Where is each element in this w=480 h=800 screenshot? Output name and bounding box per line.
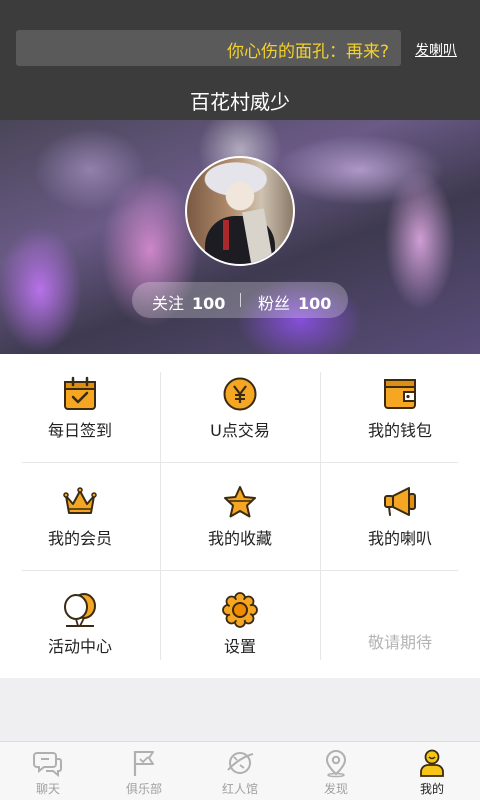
tab-discover-label: 发现 [323, 782, 348, 796]
feature-grid: 每日签到 U点交易 我的钱包 我的会员 我的收藏 我的喇叭 活动中心 设置 敬请… [0, 354, 480, 678]
tab-stars-label: 红人馆 [221, 782, 258, 796]
send-horn-link[interactable]: 发喇叭 [415, 40, 457, 60]
settings-button[interactable]: 设置 [171, 570, 309, 678]
settings-label: 设置 [223, 637, 256, 656]
stats-divider [240, 293, 241, 307]
chat-bubbles-icon [33, 752, 62, 778]
tab-mine-label: 我的 [419, 782, 444, 796]
tab-chat[interactable]: 聊天 [0, 742, 96, 800]
my-wallet-button[interactable]: 我的钱包 [331, 354, 469, 462]
yen-coin-icon [223, 377, 257, 411]
following-stat[interactable]: 关注 100 [152, 290, 225, 314]
following-label: 关注 [152, 294, 185, 313]
grid-divider [160, 372, 161, 660]
fans-stat[interactable]: 粉丝 100 [258, 290, 331, 314]
announcement-marquee[interactable]: 你心伤的面孔：再来? [16, 30, 401, 66]
tab-stars[interactable]: 红人馆 [192, 742, 288, 800]
my-wallet-label: 我的钱包 [367, 421, 432, 440]
wallet-icon [384, 379, 416, 409]
avatar[interactable] [185, 156, 295, 266]
person-icon [420, 749, 444, 777]
top-header: 你心伤的面孔：再来? 发喇叭 百花村威少 [0, 0, 480, 120]
coming-soon-label: 敬请期待 [367, 633, 432, 652]
following-count: 100 [192, 294, 226, 313]
stats-pill: 关注 100 粉丝 100 [132, 282, 348, 318]
tab-club-label: 俱乐部 [125, 782, 162, 796]
u-point-trade-label: U点交易 [210, 421, 270, 440]
flag-icon [133, 751, 154, 776]
tab-mine[interactable]: 我的 [384, 742, 480, 800]
tab-club[interactable]: 俱乐部 [96, 742, 192, 800]
grid-divider [320, 372, 321, 660]
u-point-trade-button[interactable]: U点交易 [171, 354, 309, 462]
crown-icon [63, 487, 97, 514]
bottom-tab-bar: 聊天 俱乐部 红人馆 发现 我的 [0, 741, 480, 800]
coming-soon-cell: 敬请期待 [331, 570, 469, 678]
tab-chat-label: 聊天 [35, 782, 60, 796]
my-membership-button[interactable]: 我的会员 [11, 462, 149, 570]
balloons-icon [64, 593, 96, 627]
activity-center-label: 活动中心 [47, 637, 112, 656]
daily-checkin-button[interactable]: 每日签到 [11, 354, 149, 462]
announcement-text: 你心伤的面孔：再来? [226, 42, 389, 62]
fans-count: 100 [298, 294, 332, 313]
star-icon [224, 486, 256, 518]
planet-icon [227, 752, 254, 774]
my-favorites-label: 我的收藏 [207, 529, 272, 548]
tab-discover[interactable]: 发现 [288, 742, 384, 800]
my-horn-label: 我的喇叭 [367, 529, 432, 548]
activity-center-button[interactable]: 活动中心 [11, 570, 149, 678]
gear-flower-icon [222, 592, 258, 628]
my-membership-label: 我的会员 [47, 529, 112, 548]
my-favorites-button[interactable]: 我的收藏 [171, 462, 309, 570]
calendar-check-icon [64, 376, 96, 410]
my-horn-button[interactable]: 我的喇叭 [331, 462, 469, 570]
username-title: 百花村威少 [190, 90, 290, 114]
location-pin-icon [325, 749, 347, 778]
daily-checkin-label: 每日签到 [47, 421, 112, 440]
fans-label: 粉丝 [258, 294, 291, 313]
megaphone-icon [384, 487, 416, 516]
